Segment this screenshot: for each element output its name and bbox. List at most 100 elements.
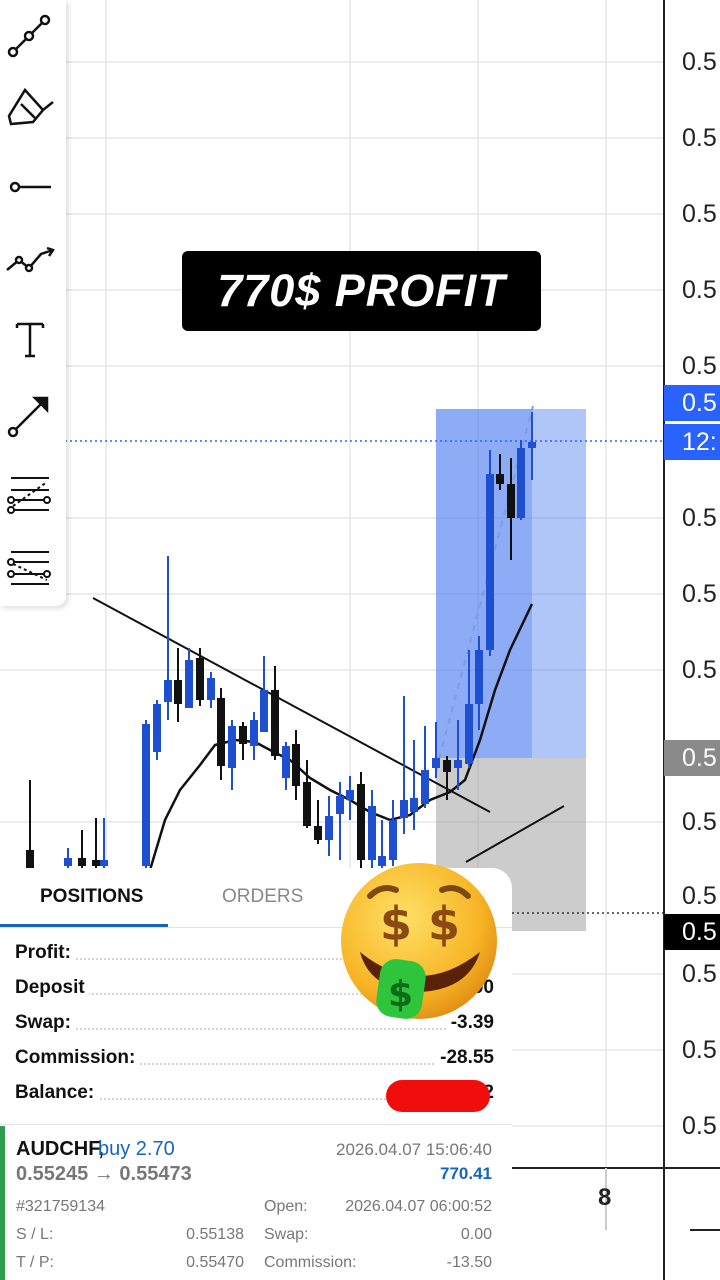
sl-price-tag: 0.5 — [664, 914, 720, 950]
text-icon[interactable] — [3, 312, 57, 366]
bullish-candle — [250, 720, 258, 746]
position-commission-label: Commission: — [264, 1254, 357, 1271]
time-axis: 8 — [512, 1168, 664, 1280]
dotted-leader — [20, 1028, 494, 1030]
bullish-candle — [528, 442, 536, 448]
bullish-candle — [153, 704, 161, 752]
bullish-candle — [465, 704, 473, 764]
bullish-candle — [400, 800, 408, 818]
bullish-candle — [100, 860, 108, 866]
bullish-candle — [389, 820, 397, 860]
bullish-candle — [282, 746, 290, 778]
price-tick: 0.5 — [682, 656, 717, 684]
bullish-candle — [142, 724, 150, 866]
bearish-candle — [357, 784, 365, 860]
position-open-time: 2026.04.07 06:00:52 — [345, 1198, 492, 1215]
money-mouth-face-icon: $ $ $ — [341, 863, 497, 1019]
position-commission-value: -13.50 — [446, 1254, 492, 1271]
price-tick: 0.5 — [682, 960, 717, 988]
position-symbol: AUDCHF, — [16, 1138, 104, 1160]
trend-line-down — [92, 597, 491, 813]
fib-retracement-icon[interactable] — [3, 466, 57, 520]
bearish-candle — [78, 858, 86, 866]
deposit-label: Deposit — [15, 977, 89, 999]
price-tick: 0.5 — [682, 48, 717, 76]
position-divider — [0, 1124, 512, 1125]
position-row[interactable]: AUDCHF, buy 2.70 0.55245 → 0.55473 2026.… — [0, 1126, 512, 1280]
brush-icon[interactable] — [3, 82, 57, 136]
bearish-candle — [196, 658, 204, 700]
svg-text:$: $ — [380, 897, 412, 951]
countdown-tag: 12: — [664, 424, 720, 460]
profit-label: Profit: — [15, 942, 75, 964]
bearish-candle — [443, 760, 451, 772]
position-sl-label: S / L: — [16, 1226, 54, 1243]
bullish-candle — [486, 474, 494, 650]
bullish-candle — [185, 660, 193, 708]
tab-positions[interactable]: POSITIONS — [40, 886, 143, 908]
price-tick: 0.5 — [682, 124, 717, 152]
drawing-toolbar — [0, 0, 66, 606]
position-side: buy 2.70 — [98, 1138, 175, 1160]
path-icon[interactable] — [3, 234, 57, 288]
position-tp-value: 0.55470 — [186, 1254, 244, 1271]
bearish-candle — [217, 698, 225, 766]
bullish-candle — [368, 806, 376, 860]
price-tick: 0.5 — [682, 1112, 717, 1140]
bearish-candle — [271, 690, 279, 756]
fib-fan-icon[interactable] — [3, 540, 57, 594]
price-tick: 0.5 — [682, 200, 717, 228]
position-tp-label: T / P: — [16, 1254, 54, 1271]
bullish-candle — [64, 858, 72, 866]
price-tick: 0.5 — [682, 276, 717, 304]
bearish-candle — [239, 726, 247, 744]
commission-value: -28.55 — [436, 1047, 494, 1069]
bullish-candle — [421, 770, 429, 804]
bullish-candle — [207, 678, 215, 700]
bearish-candle — [507, 484, 515, 518]
bearish-candle — [292, 744, 300, 786]
price-tick: 0.5 — [682, 580, 717, 608]
tab-orders[interactable]: ORDERS — [222, 886, 303, 908]
position-close-time: 2026.04.07 15:06:40 — [336, 1140, 492, 1159]
summary-commission-row: Commission: -28.55 — [0, 1047, 512, 1077]
svg-text:$: $ — [428, 897, 460, 951]
bullish-candle — [325, 816, 333, 840]
price-tick: 0.5 — [682, 882, 717, 910]
bullish-candle — [336, 796, 344, 814]
commission-label: Commission: — [15, 1047, 140, 1069]
bullish-candle — [432, 758, 440, 768]
bullish-candle — [164, 680, 172, 702]
position-prices: 0.55245 → 0.55473 — [16, 1163, 192, 1185]
svg-text:$: $ — [388, 974, 413, 1015]
bullish-candle — [346, 790, 354, 800]
current-price-tag: 0.5 — [664, 385, 720, 421]
bullish-candle — [410, 798, 418, 812]
bullish-candle — [475, 650, 483, 704]
bearish-candle — [26, 850, 34, 870]
position-ticket: #321759134 — [16, 1198, 105, 1215]
redaction-mark — [386, 1080, 490, 1112]
position-swap-label: Swap: — [264, 1226, 309, 1243]
price-tick: 0.5 — [682, 352, 717, 380]
summary-balance-row: Balance: 2 — [0, 1080, 512, 1112]
arrow-icon[interactable] — [3, 388, 57, 442]
bullish-candle — [228, 726, 236, 768]
bullish-candle — [454, 760, 462, 768]
bearish-candle — [496, 474, 504, 484]
position-open-label: Open: — [264, 1198, 308, 1215]
position-profit: 770.41 — [440, 1164, 492, 1183]
price-tick: 0.5 — [682, 504, 717, 532]
horizontal-ray-icon[interactable] — [3, 160, 57, 214]
bearish-candle — [303, 782, 311, 826]
price-tick: 0.5 — [682, 808, 717, 836]
trend-line-icon[interactable] — [3, 10, 57, 64]
profit-banner: 770$ PROFIT — [182, 251, 541, 331]
swap-label: Swap: — [15, 1012, 75, 1034]
bearish-candle — [174, 680, 182, 704]
bearish-candle — [92, 860, 100, 866]
position-accent-bar — [0, 1126, 5, 1280]
bullish-candle — [517, 448, 525, 518]
bearish-candle — [314, 826, 322, 840]
bullish-candle — [260, 690, 268, 732]
